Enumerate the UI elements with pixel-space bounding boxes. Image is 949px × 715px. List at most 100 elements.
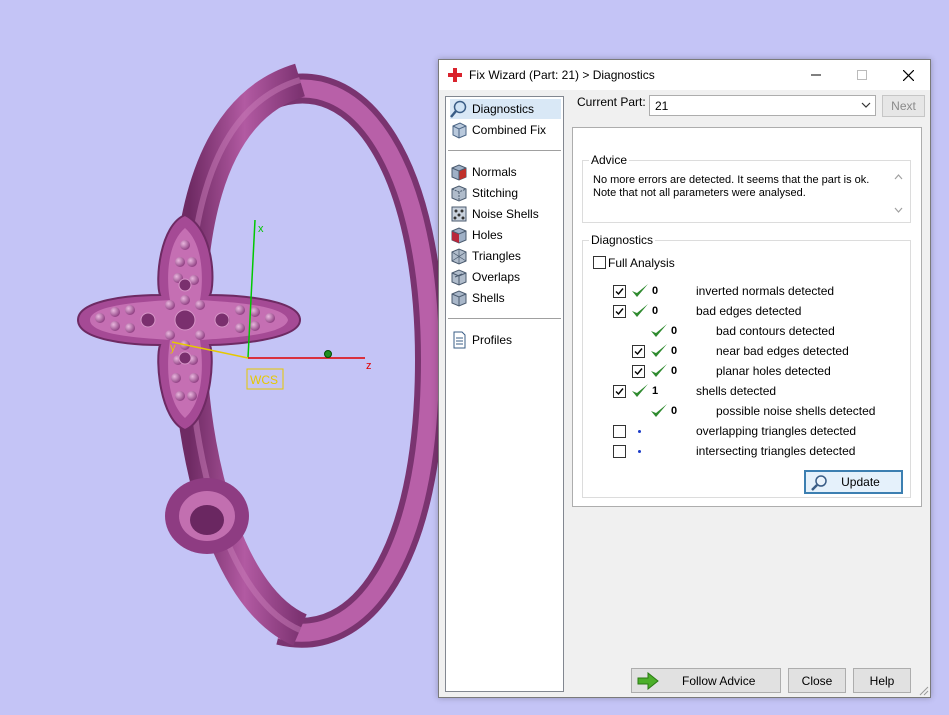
diagnostics-group: Diagnostics Full Analysis 0 inverted nor… [582,233,911,498]
nav-item-label: Overlaps [472,270,521,284]
noise-shells-icon [451,206,467,222]
close-icon [902,69,914,81]
intersecting-triangles-checkbox[interactable] [613,445,626,458]
maximize-button[interactable] [839,60,885,90]
nav-item-profiles[interactable]: Profiles [450,330,561,350]
intersecting-triangles-label: intersecting triangles detected [696,444,856,458]
green-check-icon [632,304,648,317]
nav-item-diagnostics[interactable]: Diagnostics [450,99,561,119]
cube-icon [452,122,467,139]
nav-item-label: Shells [472,291,505,305]
bead [195,330,205,340]
normals-cube-icon [451,164,467,181]
stone-setting [214,312,230,328]
red-cross-icon [448,68,462,82]
resize-grip-icon[interactable] [919,686,929,696]
bead [189,373,199,383]
dialog-title: Fix Wizard (Part: 21) > Diagnostics [469,68,655,82]
axis-y-label: y [170,342,176,354]
maximize-icon [857,70,867,80]
help-button[interactable]: Help [853,668,911,693]
inverted-normals-count: 0 [652,285,659,297]
green-check-icon [632,284,648,297]
advice-group-title: Advice [589,153,630,167]
diagnostics-group-title: Diagnostics [589,233,656,247]
nav-item-stitching[interactable]: Stitching [450,183,561,203]
fix-wizard-dialog: Fix Wizard (Part: 21) > Diagnostics Diag… [438,59,931,698]
close-button[interactable]: Close [788,668,846,693]
bead [175,257,185,267]
magnifier-icon [811,475,827,491]
shells-cube-icon [451,290,467,307]
checkmark-icon [615,308,624,316]
overlapping-triangles-label: overlapping triangles detected [696,424,857,438]
stone-setting [178,351,192,365]
magnifier-icon [450,100,467,118]
title-bar[interactable]: Fix Wizard (Part: 21) > Diagnostics [439,60,930,90]
advice-line: No more errors are detected. It seems th… [593,174,870,186]
inverted-normals-checkbox[interactable] [613,285,626,298]
nav-item-overlaps[interactable]: Overlaps [450,267,561,287]
bead [175,391,185,401]
bead [187,391,197,401]
advice-group: Advice No more errors are detected. It s… [582,153,911,223]
next-button[interactable]: Next [882,95,925,117]
bead [125,305,135,315]
near-bad-edges-count: 0 [671,345,678,357]
minimize-button[interactable] [793,60,839,90]
near-bad-edges-checkbox[interactable] [632,345,645,358]
pending-dot-icon [638,450,641,453]
bead [171,373,181,383]
checkmark-icon [634,348,643,356]
axis-x-label: x [258,223,264,235]
diagnostics-panel: Advice No more errors are detected. It s… [572,127,922,507]
bead [265,313,275,323]
shells-checkbox[interactable] [613,385,626,398]
nav-item-label: Triangles [472,249,521,263]
nav-item-shells[interactable]: Shells [450,288,561,308]
checkmark-icon [634,368,643,376]
nav-item-holes[interactable]: Holes [450,225,561,245]
overlapping-triangles-checkbox[interactable] [613,425,626,438]
nav-item-label: Normals [472,165,517,179]
advice-scrollbar[interactable] [890,170,907,217]
stitching-cube-icon [451,185,467,202]
planar-holes-checkbox[interactable] [632,365,645,378]
document-icon [453,331,466,349]
bead [180,295,190,305]
bead [165,330,175,340]
bad-edges-checkbox[interactable] [613,305,626,318]
update-button[interactable]: Update [804,470,903,494]
nav-item-noise-shells[interactable]: Noise Shells [450,204,561,224]
bad-edges-label: bad edges detected [696,304,802,318]
bead [125,323,135,333]
checkmark-icon [615,288,624,296]
close-window-button[interactable] [885,60,931,90]
follow-advice-label: Follow Advice [682,674,756,688]
bead [250,307,260,317]
shells-label: shells detected [696,384,777,398]
wizard-navigation: Diagnostics Combined Fix Normals Stitchi… [445,96,564,692]
bead [235,305,245,315]
nav-item-normals[interactable]: Normals [450,162,561,182]
bad-contours-label: bad contours detected [716,324,835,338]
full-analysis-checkbox[interactable] [593,256,606,269]
chevron-down-icon [861,102,871,108]
pending-dot-icon [638,430,641,433]
current-part-select[interactable]: 21 [649,95,876,116]
noise-shells-label: possible noise shells detected [716,404,876,418]
nav-item-label: Diagnostics [472,102,535,116]
nav-item-combined-fix[interactable]: Combined Fix [450,120,561,140]
nav-divider [448,318,561,319]
advice-line: Note that not all parameters were analys… [593,187,806,199]
current-part-label: Current Part: [577,95,646,109]
current-part-value: 21 [655,99,669,113]
bead [235,323,245,333]
inverted-normals-label: inverted normals detected [696,284,835,298]
minimize-icon [811,74,821,76]
green-arrow-right-icon [637,672,659,690]
nav-item-triangles[interactable]: Triangles [450,246,561,266]
follow-advice-button[interactable]: Follow Advice [631,668,781,693]
overlaps-cube-icon [451,269,467,286]
noise-shells-count: 0 [671,405,678,417]
